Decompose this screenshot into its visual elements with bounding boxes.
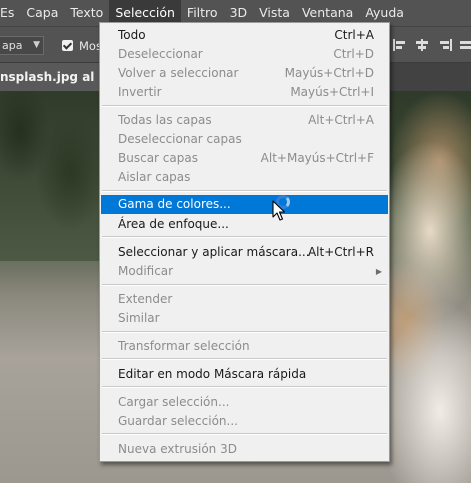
menu-item-shortcut: Alt+Ctrl+A — [308, 113, 374, 127]
align-right-icon[interactable] — [438, 39, 452, 51]
chevron-down-icon: ▼ — [33, 40, 40, 50]
menu-item-editar-mascara-rapida[interactable]: Editar en modo Máscara rápida — [101, 365, 388, 384]
menu-item-shortcut: Mayús+Ctrl+D — [284, 66, 374, 80]
menu-item-aislar-capas[interactable]: Aislar capas — [101, 168, 388, 187]
menu-item-label: Invertir — [118, 85, 162, 99]
menu-item-label: Similar — [118, 311, 160, 325]
menu-item-deseleccionar[interactable]: Deseleccionar Ctrl+D — [101, 45, 388, 64]
menu-item-invertir[interactable]: Invertir Mayús+Ctrl+I — [101, 83, 388, 102]
seleccion-dropdown-menu: Todo Ctrl+A Deseleccionar Ctrl+D Volver … — [99, 22, 390, 462]
menu-item-label: Editar en modo Máscara rápida — [118, 367, 307, 381]
align-extra-icon[interactable] — [460, 39, 471, 51]
menu-item-buscar-capas[interactable]: Buscar capas Alt+Mayús+Ctrl+F — [101, 149, 388, 168]
menu-item-seleccionar-y-aplicar-mascara[interactable]: Seleccionar y aplicar máscara... Alt+Ctr… — [101, 243, 388, 262]
menu-item-guardar-seleccion[interactable]: Guardar selección... — [101, 412, 388, 431]
menu-separator — [102, 433, 387, 435]
menu-item-label: Buscar capas — [118, 151, 198, 165]
menu-item-volver-a-seleccionar[interactable]: Volver a seleccionar Mayús+Ctrl+D — [101, 64, 388, 83]
menu-item-label: Modificar — [118, 264, 174, 278]
menu-item-label: Extender — [118, 292, 173, 306]
menu-item-label: Deseleccionar capas — [118, 132, 242, 146]
menu-item-transformar-seleccion[interactable]: Transformar selección — [101, 337, 388, 356]
align-center-icon[interactable] — [415, 39, 429, 51]
menu-item-label: Guardar selección... — [118, 414, 238, 428]
menu-item-modificar[interactable]: Modificar ▶ — [101, 262, 388, 281]
menu-item-extender[interactable]: Extender — [101, 290, 388, 309]
menu-item-label: Seleccionar y aplicar máscara... — [118, 245, 310, 259]
menu-item-label: Cargar selección... — [118, 395, 230, 409]
menu-item-gama-de-colores[interactable]: Gama de colores... — [101, 195, 388, 214]
menu-es[interactable]: Es — [0, 0, 20, 26]
arrow-cursor-icon — [272, 200, 286, 221]
menu-item-label: Nueva extrusión 3D — [118, 442, 237, 456]
menu-separator — [102, 236, 387, 238]
menu-item-label: Deseleccionar — [118, 47, 203, 61]
menu-item-label: Transformar selección — [118, 339, 250, 353]
menu-item-area-de-enfoque[interactable]: Área de enfoque... — [101, 215, 388, 234]
mode-select-value: apa — [2, 39, 23, 52]
menu-separator — [102, 386, 387, 388]
menu-item-label: Gama de colores... — [118, 197, 231, 211]
menu-item-cargar-seleccion[interactable]: Cargar selección... — [101, 393, 388, 412]
menu-item-shortcut: Ctrl+A — [334, 28, 374, 42]
align-left-icon[interactable] — [393, 39, 407, 51]
menu-separator — [102, 331, 387, 333]
menu-item-label: Todas las capas — [118, 113, 212, 127]
menu-item-shortcut: Alt+Ctrl+R — [307, 245, 374, 259]
menu-item-shortcut: Ctrl+D — [333, 47, 374, 61]
menu-item-label: Aislar capas — [118, 170, 191, 184]
photo-background-trees — [0, 91, 100, 261]
chevron-right-icon: ▶ — [375, 267, 382, 276]
menu-item-todo[interactable]: Todo Ctrl+A — [101, 26, 388, 45]
menu-capa[interactable]: Capa — [20, 0, 64, 26]
menu-item-shortcut: Alt+Mayús+Ctrl+F — [260, 151, 374, 165]
menu-item-label: Área de enfoque... — [118, 217, 229, 231]
menu-item-shortcut: Mayús+Ctrl+I — [290, 85, 374, 99]
menu-item-similar[interactable]: Similar — [101, 309, 388, 328]
menu-item-nueva-extrusion-3d[interactable]: Nueva extrusión 3D — [101, 440, 388, 459]
sample-checkbox[interactable] — [62, 40, 73, 51]
menu-item-label: Volver a seleccionar — [118, 66, 239, 80]
menu-item-deseleccionar-capas[interactable]: Deseleccionar capas — [101, 130, 388, 149]
menu-item-todas-las-capas[interactable]: Todas las capas Alt+Ctrl+A — [101, 111, 388, 130]
mode-select[interactable]: apa ▼ — [0, 36, 44, 55]
menu-separator — [102, 105, 387, 107]
menu-separator — [102, 190, 387, 192]
menu-separator — [102, 284, 387, 286]
menu-separator — [102, 358, 387, 360]
menu-item-label: Todo — [118, 28, 146, 42]
